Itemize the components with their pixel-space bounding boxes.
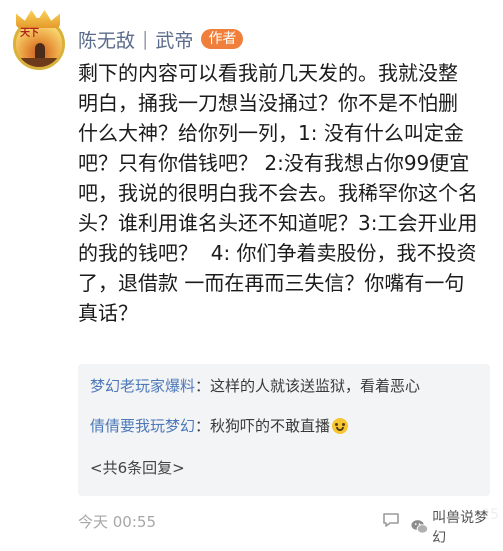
comment-bubble-icon[interactable] xyxy=(381,510,401,530)
watermark-text: 叫兽说梦幻 xyxy=(432,510,489,546)
reply-user[interactable]: 倩倩要我玩梦幻 xyxy=(90,417,195,435)
comment-actions xyxy=(381,508,401,532)
name-separator: | xyxy=(142,28,149,50)
reply-text: ：这样的人就该送监狱，看着恶心 xyxy=(195,377,421,395)
comment-time: 今天 00:55 xyxy=(78,513,156,531)
reply-text: ：秋狗吓的不敢直播 xyxy=(195,417,331,435)
author-title: 武帝 xyxy=(155,29,194,52)
author-name[interactable]: 陈无敌 xyxy=(78,26,135,53)
reply-item[interactable]: 梦幻老玩家爆料：这样的人就该送监狱，看着恶心 xyxy=(90,376,420,396)
watermark: 叫兽说梦幻 25 xyxy=(406,505,503,549)
author-row: 陈无敌 | 武帝 作者 xyxy=(78,26,244,53)
replies-box[interactable]: 梦幻老玩家爆料：这样的人就该送监狱，看着恶心 倩倩要我玩梦幻：秋狗吓的不敢直播 … xyxy=(78,364,490,496)
wechat-icon xyxy=(411,520,429,534)
avatar-frame-text: 天下 xyxy=(20,28,39,39)
avatar[interactable]: 天下 xyxy=(10,10,72,72)
more-replies-link[interactable]: <共6条回复> xyxy=(90,457,185,478)
reply-item[interactable]: 倩倩要我玩梦幻：秋狗吓的不敢直播 xyxy=(90,416,349,436)
author-badge: 作者 xyxy=(201,29,244,49)
avatar-ground xyxy=(16,58,62,67)
grinning-sweat-emoji-icon xyxy=(332,418,349,434)
reply-user[interactable]: 梦幻老玩家爆料 xyxy=(90,377,195,395)
comment-text: 剩下的内容可以看我前几天发的。我就没整 明白，捅我一刀想当没捅过？你不是不怕删 … xyxy=(78,61,478,325)
